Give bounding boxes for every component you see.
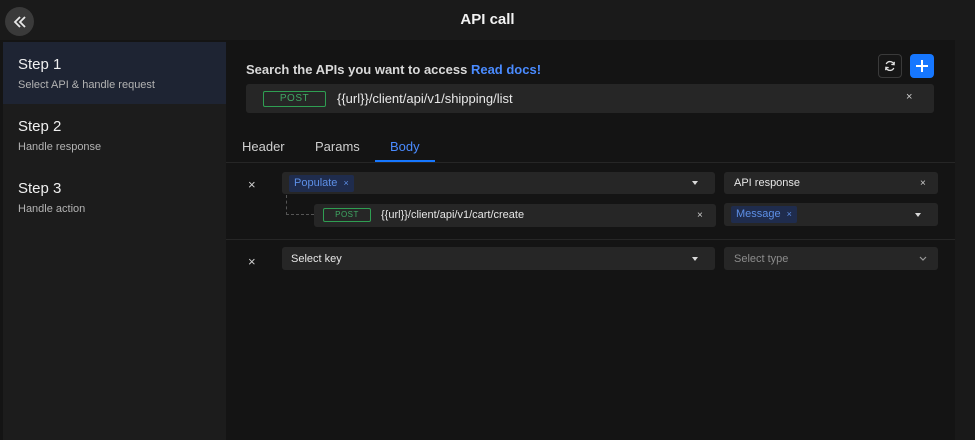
tab-divider xyxy=(226,162,955,163)
tag-label: Populate xyxy=(294,177,338,189)
api-search-input[interactable]: POST {{url}}/client/api/v1/shipping/list… xyxy=(246,84,934,113)
step-subtitle: Select API & handle request xyxy=(18,79,155,91)
nested-connector-line xyxy=(286,195,314,215)
right-edge-panel xyxy=(955,40,975,440)
search-label: Search the APIs you want to access Read … xyxy=(246,62,541,77)
add-button[interactable] xyxy=(910,54,934,78)
row-divider xyxy=(226,239,955,240)
tag-remove-button[interactable]: × xyxy=(787,209,792,219)
step-3-item[interactable]: Step 3 Handle action xyxy=(3,166,226,228)
read-docs-link[interactable]: Read docs! xyxy=(471,62,541,77)
tab-params[interactable]: Params xyxy=(315,139,360,154)
step-title: Step 3 xyxy=(18,180,62,197)
tag-remove-button[interactable]: × xyxy=(343,178,348,188)
refresh-icon xyxy=(885,60,895,72)
type-select[interactable]: Select type xyxy=(724,247,938,270)
refresh-button[interactable] xyxy=(878,54,902,78)
api-url-text: {{url}}/client/api/v1/shipping/list xyxy=(337,91,513,106)
remove-row-button[interactable]: × xyxy=(248,177,256,192)
step-title: Step 2 xyxy=(18,118,62,135)
message-tag: Message × xyxy=(731,206,797,223)
step-title: Step 1 xyxy=(18,56,62,73)
step-subtitle: Handle action xyxy=(18,203,86,215)
method-badge: POST xyxy=(323,208,371,222)
nested-api-url: {{url}}/client/api/v1/cart/create xyxy=(381,209,525,221)
populate-tag: Populate × xyxy=(289,175,354,192)
remove-row-button[interactable]: × xyxy=(248,254,256,269)
clear-value-type-button[interactable]: × xyxy=(920,178,926,189)
type-select-placeholder: Select type xyxy=(734,253,789,265)
clear-url-button[interactable]: × xyxy=(906,91,912,103)
plus-icon xyxy=(916,60,928,72)
clear-nested-api-button[interactable]: × xyxy=(697,210,703,221)
steps-sidebar: Step 1 Select API & handle request Step … xyxy=(3,42,226,440)
step-2-item[interactable]: Step 2 Handle response xyxy=(3,104,226,166)
page-title: API call xyxy=(460,11,515,28)
nested-api-select[interactable]: POST {{url}}/client/api/v1/cart/create × xyxy=(314,204,716,227)
value-type-select[interactable]: API response × xyxy=(724,172,938,194)
method-badge: POST xyxy=(263,91,326,107)
tag-label: Message xyxy=(736,208,781,220)
top-bar: API call xyxy=(0,0,975,40)
caret-down-icon xyxy=(915,213,921,217)
key-select-value: Select key xyxy=(291,253,342,265)
response-field-select[interactable]: Message × xyxy=(724,203,938,226)
tab-header[interactable]: Header xyxy=(242,139,285,154)
tab-body[interactable]: Body xyxy=(390,139,420,154)
key-select[interactable]: Populate × xyxy=(282,172,715,194)
key-select[interactable]: Select key xyxy=(282,247,715,270)
value-type-label: API response xyxy=(734,177,801,189)
chevron-down-icon xyxy=(919,256,927,261)
step-1-item[interactable]: Step 1 Select API & handle request xyxy=(3,42,226,104)
step-subtitle: Handle response xyxy=(18,141,102,153)
search-label-text: Search the APIs you want to access xyxy=(246,62,468,77)
caret-down-icon xyxy=(692,181,698,185)
caret-down-icon xyxy=(692,257,698,261)
